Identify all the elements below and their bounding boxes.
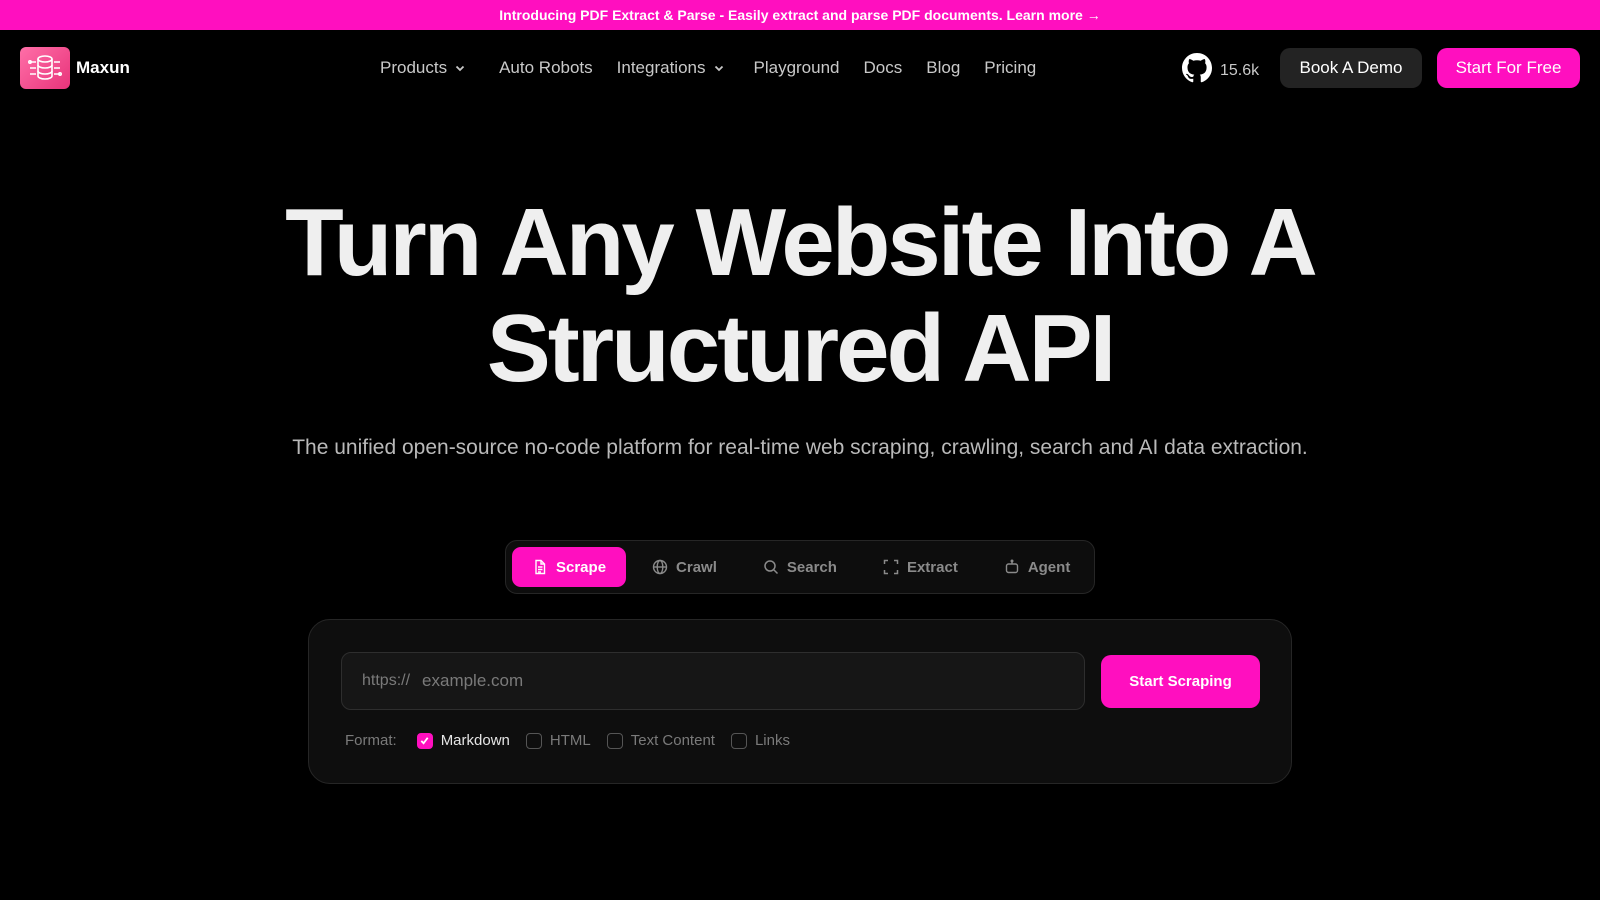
format-links[interactable]: Links	[730, 732, 790, 749]
format-markdown[interactable]: Markdown	[416, 732, 510, 749]
hero-title: Turn Any Website Into A Structured API	[0, 190, 1600, 402]
tab-crawl[interactable]: Crawl	[632, 547, 737, 587]
nav-item-auto-robots[interactable]: Auto Robots	[499, 58, 593, 78]
book-demo-button[interactable]: Book A Demo	[1280, 48, 1422, 88]
tab-label: Extract	[906, 558, 958, 576]
file-icon	[535, 559, 546, 575]
nav-item-blog[interactable]: Blog	[926, 58, 960, 78]
format-option-label: HTML	[549, 732, 591, 749]
tab-label: Scrape	[556, 558, 607, 576]
tab-extract[interactable]: Extract	[863, 547, 978, 587]
top-nav: Maxun Products Auto Robots Integrations …	[0, 30, 1600, 106]
logo[interactable]: Maxun	[20, 47, 130, 89]
tab-label: Crawl	[676, 558, 717, 576]
format-options: Format: Markdown HTML Text Content Links	[345, 732, 806, 749]
chevron-down-icon	[453, 61, 467, 75]
format-html[interactable]: HTML	[525, 732, 591, 749]
scrape-panel: https:// Start Scraping Format: Markdown…	[308, 619, 1292, 784]
url-field[interactable]: https://	[341, 652, 1085, 710]
format-label: Format:	[345, 732, 397, 749]
nav-item-products[interactable]: Products	[380, 58, 467, 78]
tab-agent[interactable]: Agent	[984, 547, 1091, 587]
chevron-down-icon	[712, 61, 726, 75]
nav-item-integrations[interactable]: Integrations	[617, 58, 726, 78]
format-option-label: Text Content	[630, 732, 715, 749]
tab-label: Search	[786, 558, 837, 576]
mode-tabs: Scrape Crawl Search Extract Agent	[505, 540, 1095, 594]
nav-links: Products Auto Robots Integrations Playgr…	[380, 56, 1060, 80]
nav-item-label: Docs	[863, 58, 903, 77]
github-stars: 15.6k	[1220, 61, 1260, 79]
tab-search[interactable]: Search	[743, 547, 857, 587]
nav-item-pricing[interactable]: Pricing	[984, 58, 1036, 78]
nav-item-docs[interactable]: Docs	[864, 58, 903, 78]
hero-title-line-2: Structured API	[486, 295, 1117, 402]
url-prefix: https://	[362, 672, 411, 689]
nav-item-label: Playground	[753, 58, 840, 77]
start-scraping-button[interactable]: Start Scraping	[1101, 655, 1260, 708]
nav-item-label: Pricing	[984, 58, 1037, 77]
announcement-bar[interactable]: Introducing PDF Extract & Parse - Easily…	[0, 0, 1600, 30]
nav-item-label: Products	[380, 58, 448, 77]
format-text-content[interactable]: Text Content	[606, 732, 715, 749]
checkbox-icon[interactable]	[606, 732, 623, 749]
nav-item-label: Blog	[926, 58, 961, 77]
checkbox-checked-icon[interactable]	[416, 732, 433, 749]
url-input[interactable]	[422, 671, 1023, 691]
nav-item-playground[interactable]: Playground	[754, 58, 840, 78]
search-icon	[764, 560, 778, 575]
github-icon	[1182, 53, 1212, 88]
logo-icon	[20, 47, 70, 89]
start-free-button[interactable]: Start For Free	[1437, 48, 1580, 88]
hero-subtitle: The unified open-source no-code platform…	[292, 436, 1308, 459]
robot-icon	[1005, 559, 1019, 574]
checkbox-icon[interactable]	[730, 732, 747, 749]
format-option-label: Links	[754, 732, 790, 749]
nav-item-label: Auto Robots	[499, 58, 593, 77]
checkbox-icon[interactable]	[525, 732, 542, 749]
tab-label: Agent	[1027, 558, 1071, 576]
announcement-text[interactable]: Introducing PDF Extract & Parse - Easily…	[499, 7, 1100, 23]
hero-title-line-1: Turn Any Website Into A	[285, 189, 1318, 296]
tab-scrape[interactable]: Scrape	[512, 547, 627, 587]
format-option-label: Markdown	[440, 732, 510, 749]
globe-icon	[652, 559, 668, 575]
github-link[interactable]: 15.6k	[1182, 53, 1259, 88]
scan-icon	[883, 559, 899, 575]
brand-name: Maxun	[76, 58, 130, 77]
nav-item-label: Integrations	[616, 58, 706, 77]
